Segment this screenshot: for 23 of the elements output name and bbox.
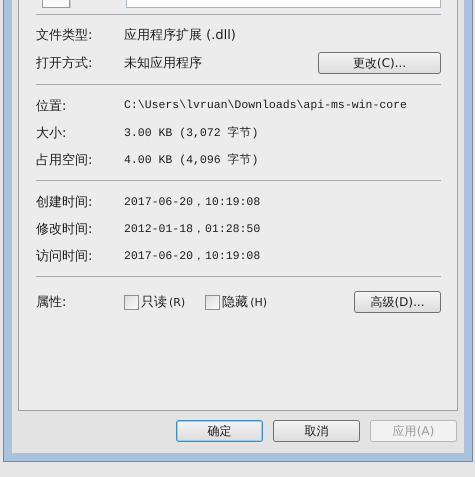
field-value: 2017-06-20，10:19:08 xyxy=(124,195,260,209)
field-label: 属性: xyxy=(36,294,68,311)
field-label: 创建时间: xyxy=(36,194,94,210)
dialog-button[interactable]: 取消 xyxy=(273,420,360,442)
field-label: 位置: xyxy=(36,98,68,114)
field-label: 打开方式: xyxy=(36,55,94,72)
field-label: 修改时间: xyxy=(36,220,94,238)
advanced-button[interactable]: 高级(D)... xyxy=(354,291,441,313)
field-value: 2017-06-20，10:19:08 xyxy=(124,249,260,263)
attribute-checkbox[interactable]: 隐藏(H) xyxy=(205,293,268,311)
dialog-button[interactable]: 确定 xyxy=(176,420,263,442)
field-value: 2012-01-18，01:28:50 xyxy=(124,222,260,236)
field-label: 大小: xyxy=(36,124,68,142)
field-value: 4.00 KB (4,096 字节) xyxy=(124,152,258,167)
change-button[interactable]: 更改(C)... xyxy=(318,52,441,74)
field-value: 未知应用程序 xyxy=(124,55,202,72)
field-label: 访问时间: xyxy=(36,248,94,264)
field-value: 3.00 KB (3,072 字节) xyxy=(124,125,258,140)
field-value: C:\Users\lvruan\Downloads\api-ms-win-core xyxy=(124,99,407,112)
field-value: 应用程序扩展 (.dll) xyxy=(124,27,236,44)
field-label: 占用空间: xyxy=(36,152,94,168)
field-label: 文件类型: xyxy=(36,27,94,44)
attribute-checkbox[interactable]: 只读(R) xyxy=(124,293,186,311)
